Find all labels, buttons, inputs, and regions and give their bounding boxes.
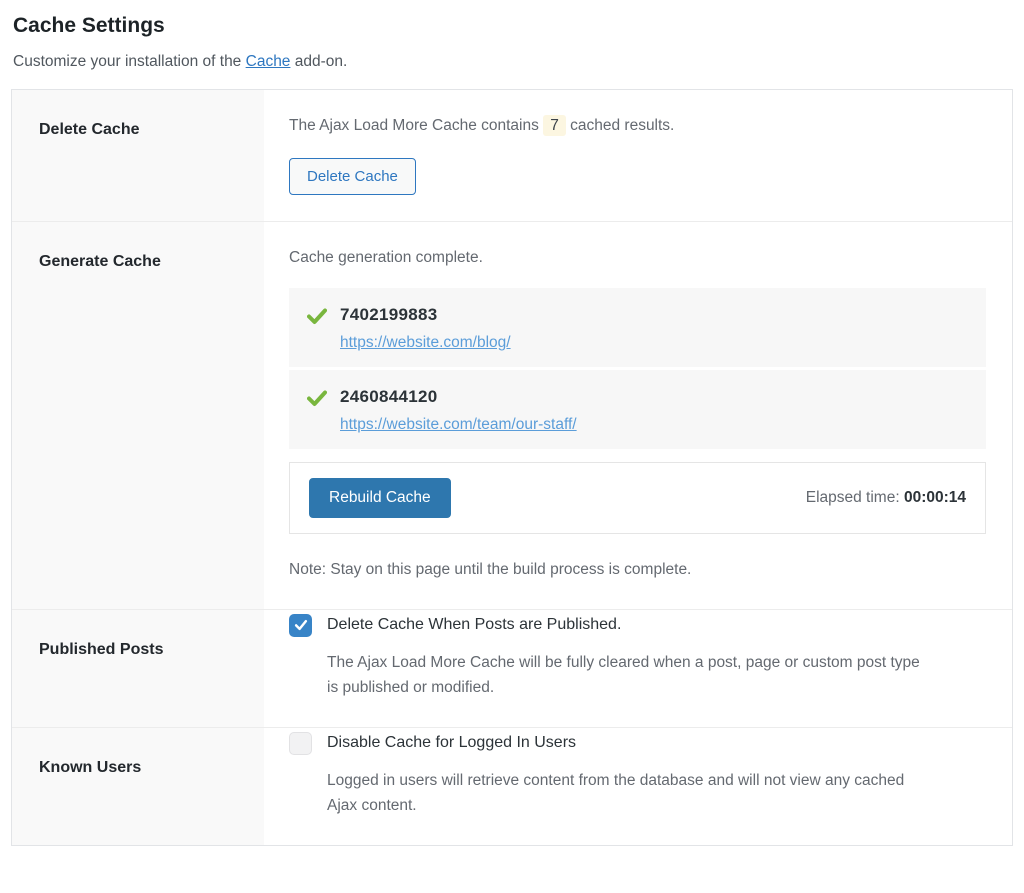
cache-item-body: 2460844120 https://website.com/team/our-…	[340, 387, 577, 434]
row-label-generate-cache: Generate Cache	[12, 222, 264, 609]
row-published-posts: Published Posts Delete Cache When Posts …	[12, 610, 1012, 728]
generate-cache-content: Cache generation complete. 7402199883 ht…	[264, 222, 1012, 609]
row-label-published-posts: Published Posts	[12, 610, 264, 727]
success-check-icon	[307, 388, 327, 408]
cache-build-footer: Rebuild Cache Elapsed time: 00:00:14	[289, 462, 986, 534]
delete-cache-description: The Ajax Load More Cache contains 7 cach…	[289, 113, 986, 139]
published-posts-description: The Ajax Load More Cache will be fully c…	[327, 650, 927, 701]
published-posts-setting: Delete Cache When Posts are Published.	[289, 614, 986, 637]
delete-cache-button[interactable]: Delete Cache	[289, 158, 416, 195]
row-label-known-users: Known Users	[12, 728, 264, 845]
cache-generation-status: Cache generation complete.	[289, 245, 986, 271]
settings-table: Delete Cache The Ajax Load More Cache co…	[11, 89, 1013, 846]
cache-settings-page: Cache Settings Customize your installati…	[0, 0, 1024, 846]
row-generate-cache: Generate Cache Cache generation complete…	[12, 222, 1012, 610]
known-users-setting: Disable Cache for Logged In Users	[289, 732, 986, 755]
row-label-delete-cache: Delete Cache	[12, 90, 264, 221]
cache-addon-link[interactable]: Cache	[246, 53, 291, 70]
row-known-users: Known Users Disable Cache for Logged In …	[12, 728, 1012, 845]
published-posts-checkbox-label[interactable]: Delete Cache When Posts are Published.	[327, 616, 621, 634]
cache-item-body: 7402199883 https://website.com/blog/	[340, 305, 511, 352]
elapsed-time-label: Elapsed time:	[806, 489, 904, 506]
cache-item: 7402199883 https://website.com/blog/	[289, 288, 986, 367]
published-posts-checkbox[interactable]	[289, 614, 312, 637]
cache-item-url-link[interactable]: https://website.com/team/our-staff/	[340, 416, 577, 434]
page-subtitle: Customize your installation of the Cache…	[13, 53, 1011, 71]
known-users-description: Logged in users will retrieve content fr…	[327, 768, 927, 819]
subtitle-text-prefix: Customize your installation of the	[13, 53, 246, 70]
rebuild-cache-button[interactable]: Rebuild Cache	[309, 478, 451, 518]
delete-cache-text-suffix: cached results.	[566, 117, 675, 134]
elapsed-time: Elapsed time: 00:00:14	[806, 489, 966, 507]
build-process-note: Note: Stay on this page until the build …	[289, 557, 986, 583]
cached-results-count-badge: 7	[543, 115, 566, 136]
known-users-checkbox[interactable]	[289, 732, 312, 755]
cache-item-url-link[interactable]: https://website.com/blog/	[340, 334, 511, 352]
page-title: Cache Settings	[13, 14, 1011, 38]
published-posts-content: Delete Cache When Posts are Published. T…	[264, 610, 1012, 727]
elapsed-time-value: 00:00:14	[904, 489, 966, 506]
cache-item: 2460844120 https://website.com/team/our-…	[289, 370, 986, 449]
success-check-icon	[307, 306, 327, 326]
delete-cache-content: The Ajax Load More Cache contains 7 cach…	[264, 90, 1012, 221]
subtitle-text-suffix: add-on.	[290, 53, 347, 70]
cache-item-id: 2460844120	[340, 387, 577, 407]
page-header: Cache Settings Customize your installati…	[11, 14, 1013, 71]
checkbox-check-icon	[294, 618, 308, 632]
row-delete-cache: Delete Cache The Ajax Load More Cache co…	[12, 90, 1012, 222]
cache-item-id: 7402199883	[340, 305, 511, 325]
known-users-content: Disable Cache for Logged In Users Logged…	[264, 728, 1012, 845]
delete-cache-text-prefix: The Ajax Load More Cache contains	[289, 117, 543, 134]
known-users-checkbox-label[interactable]: Disable Cache for Logged In Users	[327, 734, 576, 752]
